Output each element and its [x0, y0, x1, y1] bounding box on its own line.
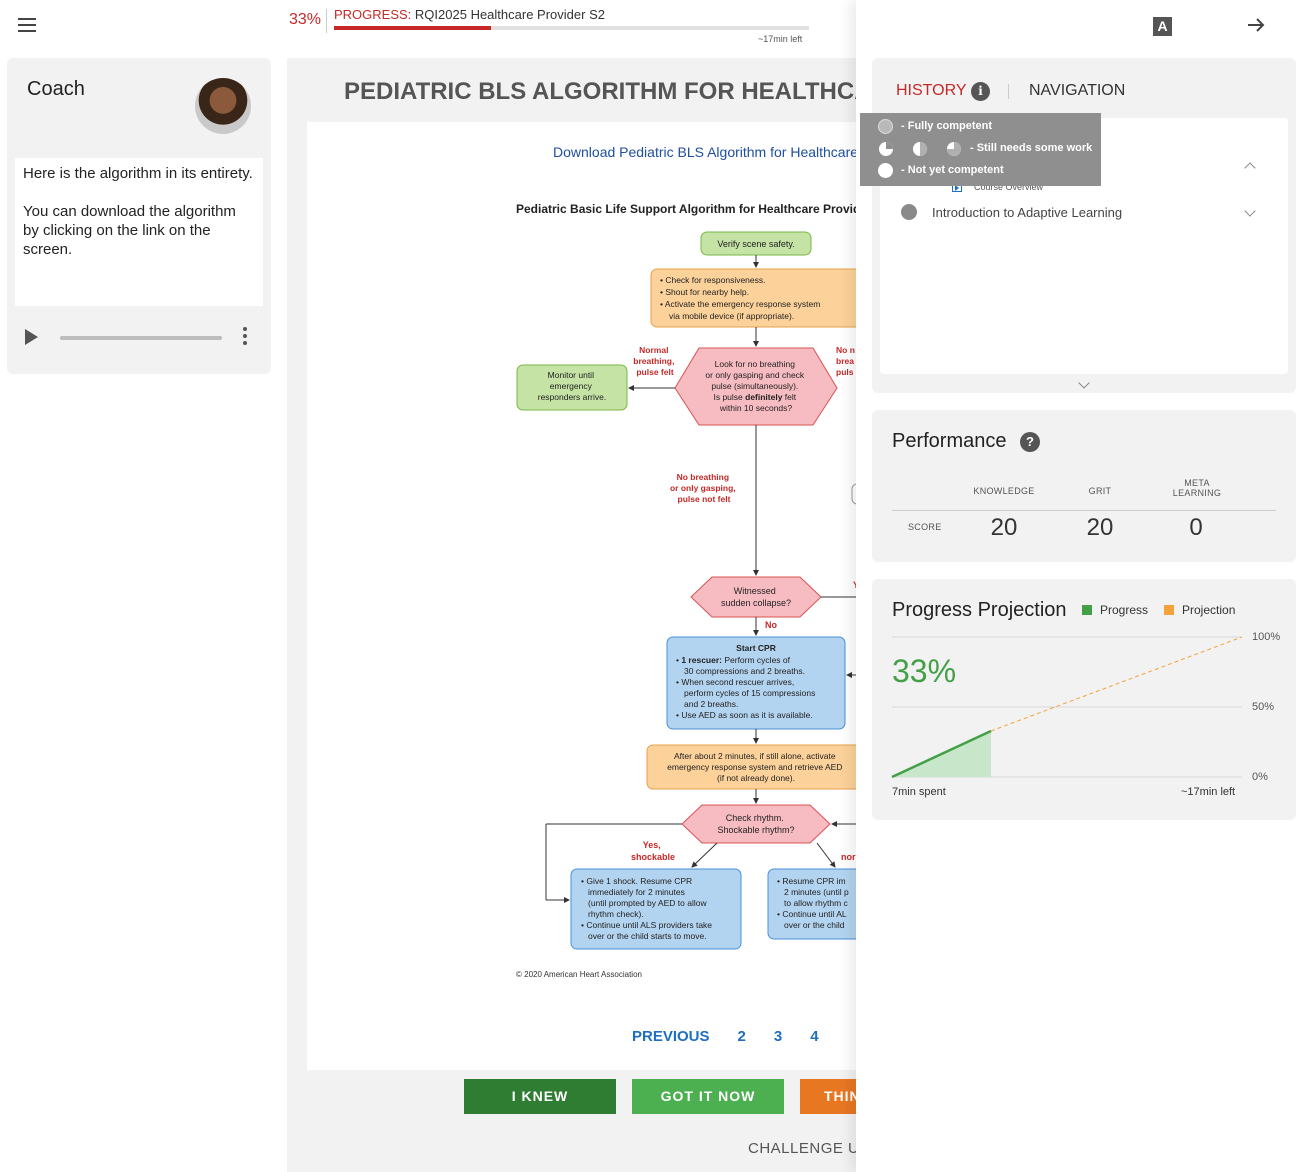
header-meta-line: META — [1184, 478, 1210, 488]
expand-chevron-icon[interactable] — [1078, 377, 1090, 389]
more-vertical-icon[interactable] — [243, 327, 247, 348]
i-knew-button[interactable]: I KNEW — [464, 1079, 616, 1114]
pager-page[interactable]: 2 — [738, 1028, 746, 1045]
node-check-rhythm — [681, 804, 831, 844]
history-card: HISTORY i NAVIGATION Course Overview Int… — [872, 58, 1296, 393]
tick-100: 100% — [1252, 631, 1281, 643]
legend-fully: - Fully competent — [901, 120, 993, 132]
progress-percent: 33% — [289, 11, 322, 28]
progress-bar — [334, 26, 809, 30]
score-meta-learning: 0 — [1189, 514, 1203, 541]
node-witnessed — [690, 576, 822, 618]
header-knowledge: KNOWLEDGE — [973, 486, 1035, 496]
tab-history[interactable]: HISTORY — [896, 82, 967, 100]
algorithm-flowchart: Verify scene safety. • Check for respons… — [516, 231, 856, 950]
side-panel: A HISTORY i NAVIGATION Course Overview I… — [856, 0, 1313, 1172]
label-nonshockable: nor — [841, 852, 856, 862]
menu-icon[interactable] — [18, 18, 36, 32]
half-circle-icon — [913, 142, 927, 156]
coach-avatar — [195, 78, 251, 134]
intro-adaptive-learning-item[interactable]: Introduction to Adaptive Learning — [932, 205, 1122, 220]
projection-line — [990, 636, 1243, 732]
coach-message-line: You can download the algorithm by clicki… — [23, 203, 236, 258]
audio-scrubber[interactable] — [60, 336, 222, 340]
lesson-area: PEDIATRIC BLS ALGORITHM FOR HEALTHCARE P… — [287, 58, 856, 1172]
tick-0: 0% — [1252, 771, 1268, 783]
full-circle-icon — [878, 119, 893, 134]
performance-title: Performance — [892, 430, 1007, 452]
quarter-circle-icon — [879, 142, 893, 156]
progress-prefix: PROGRESS: — [334, 7, 412, 22]
node-look-text: Look for no breathing or only gasping an… — [705, 359, 806, 413]
header-meta-line: LEARNING — [1172, 488, 1222, 498]
score-label: SCORE — [908, 522, 942, 532]
play-icon[interactable] — [25, 329, 38, 345]
node-cpr-title: Start CPR — [736, 643, 776, 653]
progress-course: RQI2025 Healthcare Provider S2 — [414, 7, 605, 22]
pager-page[interactable]: 4 — [810, 1028, 818, 1045]
legend-needs-work: - Still needs some work — [970, 142, 1093, 154]
challenge-us-link[interactable]: CHALLENGE US — [748, 1140, 856, 1157]
coach-title: Coach — [27, 78, 85, 100]
time-spent: 7min spent — [892, 786, 946, 798]
progress-projection-card: Progress Projection Progress Projection … — [872, 579, 1296, 820]
coach-message: Here is the algorithm in its entirety. Y… — [15, 158, 263, 306]
algorithm-document: Download Pediatric BLS Algorithm for Hea… — [307, 122, 856, 1070]
header-grit: GRIT — [1088, 486, 1112, 496]
progress-divider — [326, 9, 327, 33]
three-quarter-circle-icon — [947, 142, 961, 156]
performance-divider — [892, 510, 1276, 511]
legend-not-yet: - Not yet competent — [901, 164, 1004, 176]
score-knowledge: 20 — [990, 514, 1018, 541]
node-resume-text: • Resume CPR im 2 minutes (until p to al… — [777, 876, 851, 930]
pagination: PREVIOUS 2 3 4 — [632, 1028, 847, 1045]
label-normal-breathing: Normal breathing, pulse felt — [633, 345, 676, 377]
progress-bar-fill — [334, 26, 491, 30]
progress-time-left: ~17min left — [758, 34, 803, 44]
competency-legend-tooltip: - Fully competent - Still needs some wor… — [860, 113, 1101, 186]
font-size-icon[interactable]: A — [1153, 17, 1172, 36]
tab-navigation[interactable]: NAVIGATION — [1029, 82, 1125, 100]
copyright: © 2020 American Heart Association — [516, 970, 642, 979]
help-icon[interactable]: ? — [1020, 432, 1040, 452]
label-no-normal: No n brea puls — [836, 345, 856, 377]
got-it-now-button[interactable]: GOT IT NOW — [632, 1079, 784, 1114]
performance-card: Performance ? KNOWLEDGE GRIT META LEARNIN… — [872, 410, 1296, 562]
time-left: ~17min left — [1181, 786, 1236, 798]
page-title: PEDIATRIC BLS ALGORITHM FOR HEALTHCARE P… — [344, 78, 856, 105]
tick-50: 50% — [1252, 701, 1275, 713]
progress-label: PROGRESS: RQI2025 Healthcare Provider S2 — [334, 7, 605, 22]
chevron-up-icon[interactable] — [1244, 162, 1256, 174]
label-yes-shockable: Yes, shockable — [631, 840, 675, 862]
empty-circle-icon — [878, 163, 893, 178]
score-grit: 20 — [1086, 514, 1114, 541]
header-meta-learning: META LEARNING — [1162, 478, 1232, 498]
tab-divider — [1008, 84, 1009, 99]
pager-previous[interactable]: PREVIOUS — [632, 1028, 710, 1045]
competency-dot — [901, 204, 917, 220]
projection-chart — [891, 636, 1243, 779]
label-no-witnessed: No — [765, 620, 777, 630]
think-button[interactable]: THIN — [800, 1079, 856, 1114]
node-verify-label: Verify scene safety. — [717, 239, 794, 249]
coach-message-line: Here is the algorithm in its entirety. — [23, 165, 253, 182]
coach-card: Coach Here is the algorithm in its entir… — [7, 58, 271, 374]
info-icon[interactable]: i — [971, 82, 990, 101]
arrow-right-icon[interactable] — [1245, 14, 1267, 36]
label-no-breathing: No breathing or only gasping, pulse not … — [670, 472, 738, 504]
chevron-down-icon[interactable] — [1244, 205, 1256, 217]
pager-page[interactable]: 3 — [774, 1028, 782, 1045]
